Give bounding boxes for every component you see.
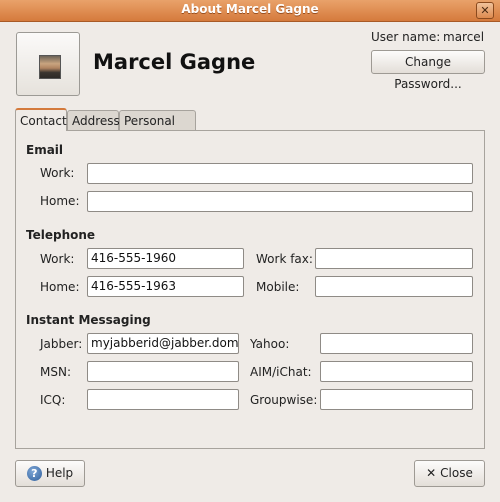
email-home-label: Home: xyxy=(40,194,80,208)
email-work-input[interactable] xyxy=(87,163,473,184)
help-button[interactable]: ? Help xyxy=(15,460,85,487)
email-work-label: Work: xyxy=(40,166,75,180)
im-jabber-label: Jabber: xyxy=(40,337,83,351)
help-icon: ? xyxy=(26,466,42,481)
im-aim-input[interactable] xyxy=(320,361,473,382)
change-password-button[interactable]: Change Password... xyxy=(371,50,485,91)
phone-mobile-input[interactable] xyxy=(315,276,473,297)
window-title: About Marcel Gagne xyxy=(181,2,319,16)
im-msn-label: MSN: xyxy=(40,365,71,379)
user-photo xyxy=(39,55,61,79)
close-button-label: Close xyxy=(440,466,473,480)
im-jabber-input[interactable]: myjabberid@jabber.dom xyxy=(87,333,239,354)
title-bar[interactable]: About Marcel Gagne ✕ xyxy=(0,0,500,22)
phone-work-fax-label: Work fax: xyxy=(256,252,313,266)
im-icq-input[interactable] xyxy=(87,389,239,410)
tab-personal-info[interactable]: Personal Info xyxy=(119,110,196,148)
about-me-dialog: About Marcel Gagne ✕ Marcel Gagne User n… xyxy=(0,0,500,502)
username-label: User name: xyxy=(371,30,441,44)
close-button[interactable]: ✕ Close xyxy=(414,460,485,487)
phone-work-fax-input[interactable] xyxy=(315,248,473,269)
phone-work-input[interactable]: 416-555-1960 xyxy=(87,248,244,269)
im-groupwise-input[interactable] xyxy=(320,389,473,410)
close-icon: ✕ xyxy=(426,466,437,480)
phone-home-input[interactable]: 416-555-1963 xyxy=(87,276,244,297)
im-aim-label: AIM/iChat: xyxy=(250,365,312,379)
user-full-name: Marcel Gagne xyxy=(93,50,256,74)
im-groupwise-label: Groupwise: xyxy=(250,393,318,407)
im-msn-input[interactable] xyxy=(87,361,239,382)
tab-contact[interactable]: Contact xyxy=(15,108,67,131)
telephone-heading: Telephone xyxy=(26,228,96,242)
email-heading: Email xyxy=(26,143,64,157)
help-button-label: Help xyxy=(45,466,74,480)
phone-home-label: Home: xyxy=(40,280,80,294)
tab-address[interactable]: Address xyxy=(67,110,120,130)
phone-mobile-label: Mobile: xyxy=(256,280,300,294)
username-value: marcel xyxy=(443,30,485,44)
im-icq-label: ICQ: xyxy=(40,393,66,407)
im-heading: Instant Messaging xyxy=(26,313,151,327)
im-yahoo-label: Yahoo: xyxy=(250,337,290,351)
email-home-input[interactable] xyxy=(87,191,473,212)
user-photo-button[interactable] xyxy=(16,32,80,96)
phone-work-label: Work: xyxy=(40,252,75,266)
im-yahoo-input[interactable] xyxy=(320,333,473,354)
window-close-icon[interactable]: ✕ xyxy=(476,2,494,19)
